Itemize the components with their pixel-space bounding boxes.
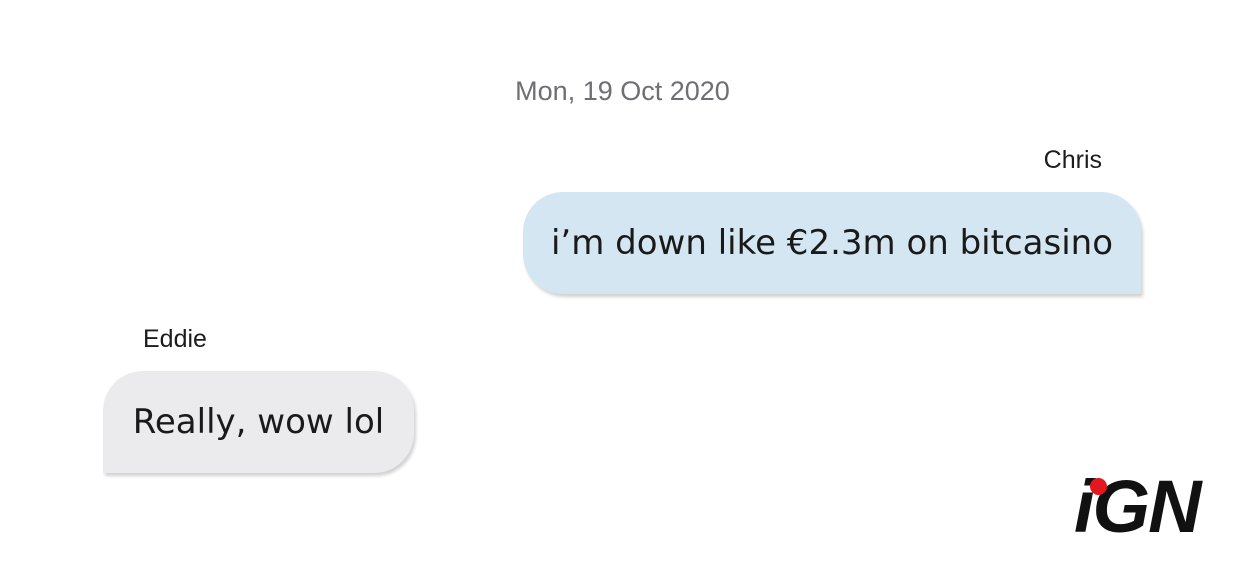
message-bubble-incoming: Really, wow lol	[103, 371, 414, 473]
ign-logo: iGN	[1074, 470, 1229, 544]
conversation-date: Mon, 19 Oct 2020	[515, 76, 730, 106]
message-text: Really, wow lol	[132, 402, 385, 442]
sender-name-eddie: Eddie	[143, 325, 207, 353]
sender-name-chris: Chris	[1043, 146, 1102, 174]
logo-dot-icon	[1090, 478, 1107, 495]
message-text: i’m down like €2.3m on bitcasino	[550, 223, 1113, 263]
message-bubble-outgoing: i’m down like €2.3m on bitcasino	[523, 192, 1141, 294]
